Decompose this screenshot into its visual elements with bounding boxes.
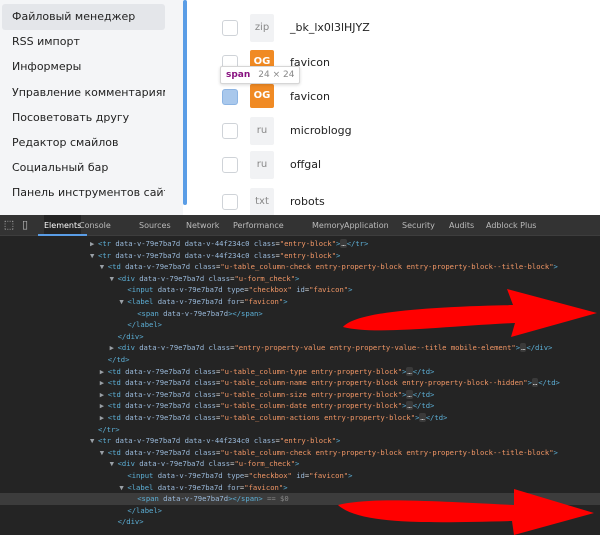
sidebar-item[interactable]: RSS импорт	[2, 29, 165, 55]
expand-toggle-icon[interactable]: ▶	[100, 377, 108, 389]
expand-toggle-icon[interactable]: ▼	[90, 435, 98, 447]
file-name[interactable]: robots	[290, 186, 325, 215]
dom-node[interactable]: ▶ <td data-v-79e7ba7d class="u-table_colu…	[0, 412, 600, 424]
dom-node[interactable]: </label>	[0, 319, 600, 331]
tooltip-tag: span	[226, 70, 251, 80]
row-checkbox[interactable]	[222, 89, 238, 105]
file-name[interactable]: microblogg	[290, 115, 352, 147]
file-list: zip _bk_lx0l3lHJYZ OG favicon OG favicon ru mic…	[187, 0, 600, 215]
file-name[interactable]: favicon	[290, 81, 330, 113]
sidebar-item[interactable]: Панель инструментов сайта	[2, 180, 165, 206]
file-name[interactable]: offgal	[290, 149, 321, 181]
file-row[interactable]: ru offgal	[187, 149, 600, 183]
dom-node[interactable]: </div>	[0, 331, 600, 343]
file-row[interactable]: txt robots	[187, 186, 600, 215]
file-row[interactable]: OG favicon	[187, 81, 600, 115]
tab-security[interactable]: Security	[402, 215, 435, 236]
sidebar-item[interactable]: Социальный бар	[2, 155, 165, 181]
tab-memory[interactable]: Memory	[312, 215, 345, 236]
file-type-badge: ru	[250, 151, 274, 179]
row-checkbox[interactable]	[222, 157, 238, 173]
devtools-panel: ⬚ ▯ Elements Console Sources Network Perform…	[0, 215, 600, 535]
dom-node[interactable]: <span data-v-79e7ba7d></span>	[0, 308, 600, 320]
sidebar-item[interactable]: Редактор смайлов	[2, 130, 165, 156]
selected-node-marker: == $0	[267, 494, 289, 504]
expand-toggle-icon[interactable]: ▶	[110, 342, 118, 354]
dom-node[interactable]: ▶ <td data-v-79e7ba7d class="u-table_colu…	[0, 366, 600, 378]
expand-toggle-icon[interactable]: ▼	[100, 261, 108, 273]
inspect-element-icon[interactable]: ⬚	[2, 218, 16, 232]
expand-toggle-icon[interactable]: ▶	[100, 366, 108, 378]
dom-node[interactable]: ▼ <td data-v-79e7ba7d class="u-table_colu…	[0, 447, 600, 459]
expand-toggle-icon[interactable]: ▶	[100, 400, 108, 412]
dom-node[interactable]: <input data-v-79e7ba7d type="checkbox" i…	[0, 284, 600, 296]
file-row[interactable]: ru microblogg	[187, 115, 600, 149]
expand-toggle-icon[interactable]: ▶	[100, 389, 108, 401]
dom-node[interactable]: ▶ <td data-v-79e7ba7d class="u-table_colu…	[0, 389, 600, 401]
dom-node[interactable]: </td>	[0, 354, 600, 366]
inspect-tooltip: span 24 × 24	[220, 66, 301, 84]
file-name[interactable]: _bk_lx0l3lHJYZ	[290, 12, 370, 44]
page-area: Файловый менеджер RSS импорт Информеры Упра…	[0, 0, 600, 215]
tab-audits[interactable]: Audits	[449, 215, 474, 236]
dom-node[interactable]: </div>	[0, 516, 600, 528]
tab-network[interactable]: Network	[186, 215, 219, 236]
expand-toggle-icon[interactable]: ▼	[110, 458, 118, 470]
dom-node[interactable]: ▶ <tr data-v-79e7ba7d data-v-44f234c0 cla…	[0, 238, 600, 250]
expand-toggle-icon[interactable]: ▶	[100, 412, 108, 424]
sidebar-item[interactable]: Посоветовать другу	[2, 105, 165, 131]
dom-node[interactable]: ▼ <label data-v-79e7ba7d for="favicon">	[0, 482, 600, 494]
dom-node[interactable]: </label>	[0, 505, 600, 517]
tooltip-size: 24 × 24	[258, 70, 295, 80]
elements-tree: ▶ <tr data-v-79e7ba7d data-v-44f234c0 cla…	[0, 237, 600, 535]
dom-node[interactable]: ▼ <div data-v-79e7ba7d class="u-form_chec…	[0, 458, 600, 470]
expand-toggle-icon[interactable]: ▶	[90, 238, 98, 250]
dom-node[interactable]: <input data-v-79e7ba7d type="checkbox" i…	[0, 470, 600, 482]
devtools-toolbar: ⬚ ▯ Elements Console Sources Network Perform…	[0, 215, 600, 236]
tab-application[interactable]: Application	[344, 215, 389, 236]
dom-node[interactable]: ▼ <label data-v-79e7ba7d for="favicon">	[0, 296, 600, 308]
tab-sources[interactable]: Sources	[139, 215, 171, 236]
dom-node[interactable]: ▶ <div data-v-79e7ba7d class="entry-prope…	[0, 342, 600, 354]
dom-node[interactable]: ▼ <td data-v-79e7ba7d class="u-table_colu…	[0, 261, 600, 273]
file-type-badge: zip	[250, 14, 274, 42]
expand-toggle-icon[interactable]: ▼	[100, 447, 108, 459]
expand-toggle-icon[interactable]: ▼	[110, 273, 118, 285]
file-thumbnail-icon: OG	[250, 84, 274, 108]
file-type-badge: ru	[250, 117, 274, 145]
sidebar: Файловый менеджер RSS импорт Информеры Упра…	[0, 0, 183, 215]
tab-elements[interactable]: Elements	[37, 215, 88, 236]
dom-node[interactable]: </tr>	[0, 424, 600, 436]
row-checkbox[interactable]	[222, 194, 238, 210]
row-checkbox[interactable]	[222, 123, 238, 139]
dom-node-selected[interactable]: <span data-v-79e7ba7d></span> == $0	[0, 493, 600, 505]
file-type-badge: txt	[250, 188, 274, 215]
file-row[interactable]: zip _bk_lx0l3lHJYZ	[187, 12, 600, 46]
device-toolbar-icon[interactable]: ▯	[18, 218, 32, 232]
tab-adblock-plus[interactable]: Adblock Plus	[486, 215, 536, 236]
row-checkbox[interactable]	[222, 20, 238, 36]
sidebar-item[interactable]: Управление комментариями	[2, 80, 165, 106]
dom-node[interactable]: ▼ <tr data-v-79e7ba7d data-v-44f234c0 cla…	[0, 435, 600, 447]
dom-node[interactable]: ▶ <td data-v-79e7ba7d class="u-table_colu…	[0, 400, 600, 412]
sidebar-item[interactable]: Информеры	[2, 54, 165, 80]
dom-node[interactable]: ▼ <div data-v-79e7ba7d class="u-form_chec…	[0, 273, 600, 285]
dom-node[interactable]: ▶ <td data-v-79e7ba7d class="u-table_colu…	[0, 377, 600, 389]
expand-toggle-icon[interactable]: ▼	[90, 250, 98, 262]
dom-node[interactable]: ▼ <tr data-v-79e7ba7d data-v-44f234c0 cla…	[0, 250, 600, 262]
sidebar-item[interactable]: Файловый менеджер	[2, 4, 165, 30]
tab-console[interactable]: Console	[79, 215, 111, 236]
tab-performance[interactable]: Performance	[233, 215, 284, 236]
